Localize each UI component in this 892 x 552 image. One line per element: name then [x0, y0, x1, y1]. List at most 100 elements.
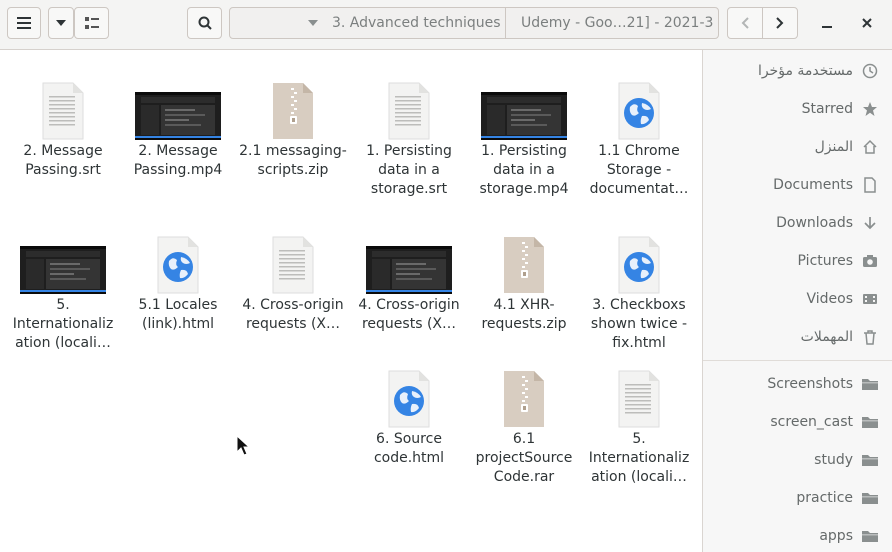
- forward-button[interactable]: [762, 7, 798, 39]
- list-view-icon: [84, 17, 99, 29]
- mouse-pointer-icon: [236, 435, 250, 456]
- sidebar-item[interactable]: Downloads: [776, 213, 879, 233]
- search-icon: [198, 16, 212, 30]
- file-name: 6. Source code.html: [373, 431, 445, 466]
- folder-icon: [861, 413, 879, 431]
- menu-button[interactable]: [7, 7, 41, 39]
- html-file-icon: [352, 368, 466, 428]
- folder-icon: [861, 375, 879, 393]
- file-item[interactable]: 4. Cross-origin requests (X…: [236, 234, 350, 334]
- file-item[interactable]: 2. Message Passing.srt: [6, 80, 120, 180]
- sidebar-item-label: Documents: [773, 177, 853, 193]
- sidebar-item-label: Screenshots: [767, 376, 853, 392]
- text-file-icon: [352, 80, 466, 140]
- sidebar-item[interactable]: study: [814, 450, 879, 470]
- sidebar-item[interactable]: مستخدمة مؤخرا: [758, 61, 879, 81]
- chevron-left-icon: [741, 17, 749, 29]
- file-item[interactable]: 4. Cross-origin requests (X…: [352, 234, 466, 334]
- text-file-icon: [582, 368, 696, 428]
- sidebar-item-label: Starred: [801, 101, 853, 117]
- header-bar: 3. Advanced techniques Udemy - Goo…21] -…: [0, 0, 892, 50]
- star-icon: [861, 100, 879, 118]
- sidebar-item[interactable]: Starred: [802, 99, 879, 119]
- file-name: 5. Internationaliz ation (locali…: [588, 431, 690, 485]
- file-name: 4.1 XHR-requests.zip: [481, 297, 567, 332]
- sidebar-item-label: apps: [819, 528, 853, 544]
- sidebar-item[interactable]: practice: [796, 488, 879, 508]
- breadcrumb-parent[interactable]: Udemy - Goo…21] - 2021-3: [506, 8, 718, 38]
- file-item[interactable]: 4.1 XHR-requests.zip: [467, 234, 581, 334]
- folder-icon: [861, 451, 879, 469]
- sidebar-item-label: المهملات: [800, 329, 853, 345]
- camera-icon: [861, 252, 879, 270]
- html-file-icon: [582, 80, 696, 140]
- chevron-down-icon: [308, 20, 318, 26]
- archive-icon: [467, 368, 581, 428]
- breadcrumb-label: Udemy - Goo…21] - 2021-3: [521, 15, 714, 31]
- close-button[interactable]: [857, 13, 877, 33]
- document-icon: [861, 176, 879, 194]
- chevron-right-icon: [776, 17, 784, 29]
- sidebar-item-label: Downloads: [776, 215, 853, 231]
- sidebar-item-label: practice: [796, 490, 853, 506]
- file-name: 2.1 messaging-scripts.zip: [239, 143, 347, 178]
- file-item[interactable]: 3. Checkboxs shown twice - fix.html: [582, 234, 696, 353]
- sidebar-item[interactable]: المهملات: [801, 327, 879, 347]
- file-name: 6.1 projectSource Code.rar: [475, 431, 573, 485]
- file-name: 3. Checkboxs shown twice - fix.html: [590, 297, 688, 351]
- file-item[interactable]: 5. Internationaliz ation (locali…: [6, 234, 120, 353]
- trash-icon: [861, 328, 879, 346]
- search-button[interactable]: [187, 7, 222, 39]
- file-item[interactable]: 2. Message Passing.mp4: [121, 80, 235, 180]
- breadcrumb-current[interactable]: 3. Advanced techniques: [230, 8, 506, 38]
- sidebar-item[interactable]: Screenshots: [767, 374, 879, 394]
- back-button[interactable]: [727, 7, 763, 39]
- home-icon: [861, 138, 879, 156]
- file-name: 5.1 Locales (link).html: [138, 297, 218, 332]
- file-item[interactable]: 6. Source code.html: [352, 368, 466, 468]
- chevron-down-icon: [56, 20, 66, 26]
- breadcrumb-label: 3. Advanced techniques: [332, 15, 501, 31]
- file-item[interactable]: 1.1 Chrome Storage - documentat…: [582, 80, 696, 199]
- list-view-button[interactable]: [74, 7, 109, 39]
- file-name: 1. Persisting data in a storage.mp4: [479, 143, 569, 197]
- sidebar-item[interactable]: المنزل: [815, 137, 879, 157]
- text-file-icon: [6, 80, 120, 140]
- video-thumbnail-icon: [467, 80, 581, 140]
- file-item[interactable]: 1. Persisting data in a storage.mp4: [467, 80, 581, 199]
- file-item[interactable]: 5.1 Locales (link).html: [121, 234, 235, 334]
- sidebar-item[interactable]: Documents: [773, 175, 879, 195]
- text-file-icon: [236, 234, 350, 294]
- file-item[interactable]: 5. Internationaliz ation (locali…: [582, 368, 696, 487]
- video-thumbnail-icon: [352, 234, 466, 294]
- path-bar: 3. Advanced techniques Udemy - Goo…21] -…: [229, 7, 719, 39]
- sidebar-item-label: المنزل: [814, 139, 853, 155]
- file-name: 4. Cross-origin requests (X…: [242, 297, 344, 332]
- file-grid: 2. Message Passing.srt 2. Message Passin…: [0, 50, 701, 552]
- html-file-icon: [121, 234, 235, 294]
- file-name: 2. Message Passing.srt: [23, 143, 103, 178]
- sidebar-item[interactable]: Videos: [806, 289, 879, 309]
- file-name: 1.1 Chrome Storage - documentat…: [589, 143, 689, 197]
- file-name: 1. Persisting data in a storage.srt: [366, 143, 452, 197]
- sidebar-item[interactable]: screen_cast: [770, 412, 879, 432]
- sidebar: مستخدمة مؤخرا Starred المنزل Documents Downl…: [702, 50, 892, 552]
- file-item[interactable]: 6.1 projectSource Code.rar: [467, 368, 581, 487]
- sidebar-item[interactable]: Pictures: [798, 251, 879, 271]
- file-name: 4. Cross-origin requests (X…: [358, 297, 460, 332]
- close-icon: [862, 18, 872, 28]
- folder-icon: [861, 489, 879, 507]
- sidebar-item-label: screen_cast: [770, 414, 853, 430]
- hamburger-icon: [17, 17, 31, 29]
- sidebar-item-label: Pictures: [797, 253, 853, 269]
- file-item[interactable]: 1. Persisting data in a storage.srt: [352, 80, 466, 199]
- download-icon: [861, 214, 879, 232]
- minimize-icon: [822, 26, 832, 28]
- sidebar-item-label: study: [814, 452, 853, 468]
- file-item[interactable]: 2.1 messaging-scripts.zip: [236, 80, 350, 180]
- file-name: 2. Message Passing.mp4: [133, 143, 223, 178]
- sidebar-item-label: مستخدمة مؤخرا: [757, 63, 853, 79]
- sidebar-item[interactable]: apps: [819, 526, 879, 546]
- view-options-button[interactable]: [48, 7, 74, 39]
- minimize-button[interactable]: [817, 13, 837, 33]
